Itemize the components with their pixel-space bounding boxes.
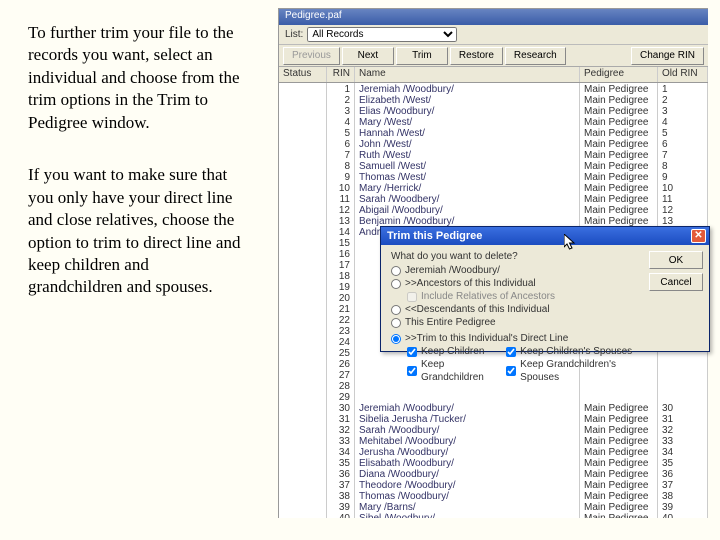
table-row[interactable]: 30Jeremiah /Woodbury/Main Pedigree30 [279, 402, 708, 413]
dialog-title: Trim this Pedigree [387, 230, 482, 242]
opt-entire-pedigree[interactable]: This Entire Pedigree [391, 316, 645, 329]
table-row[interactable]: 12Abigail /Woodbury/Main Pedigree12 [279, 204, 708, 215]
opt-descendants[interactable]: <<Descendants of this Individual [391, 303, 645, 316]
window-titlebar: Pedigree.paf [279, 9, 708, 25]
table-row[interactable]: 1Jeremiah /Woodbury/Main Pedigree1 [279, 83, 708, 94]
chk-keep-grandchildren-spouses[interactable]: Keep Grandchildren's Spouses [506, 358, 645, 384]
table-row[interactable]: 4Mary /West/Main Pedigree4 [279, 116, 708, 127]
action-button-row: Previous Next Trim Restore Research Chan… [279, 45, 708, 67]
table-row[interactable]: 39Mary /Barns/Main Pedigree39 [279, 501, 708, 512]
trim-button[interactable]: Trim [396, 47, 448, 65]
table-row[interactable]: 2Elizabeth /West/Main Pedigree2 [279, 94, 708, 105]
trim-dialog: Trim this Pedigree ✕ What do you want to… [380, 226, 710, 352]
opt-direct-line[interactable]: >>Trim to this Individual's Direct Line [391, 332, 645, 345]
table-row[interactable]: 32Sarah /Woodbury/Main Pedigree32 [279, 424, 708, 435]
research-button[interactable]: Research [505, 47, 566, 65]
next-button[interactable]: Next [342, 47, 394, 65]
table-row[interactable]: 8Samuell /West/Main Pedigree8 [279, 160, 708, 171]
grid-header: Status RIN Name Pedigree Old RIN [279, 67, 708, 83]
chk-keep-children-spouses[interactable]: Keep Children's Spouses [506, 345, 645, 358]
table-row[interactable]: 34Jerusha /Woodbury/Main Pedigree34 [279, 446, 708, 457]
chk-keep-children[interactable]: Keep Children [407, 345, 506, 358]
opt-ancestors[interactable]: >>Ancestors of this Individual [391, 277, 645, 290]
table-row[interactable]: 38Thomas /Woodbury/Main Pedigree38 [279, 490, 708, 501]
ok-button[interactable]: OK [649, 251, 703, 269]
col-status[interactable]: Status [279, 67, 327, 82]
list-select[interactable]: All Records [307, 27, 457, 42]
previous-button[interactable]: Previous [283, 47, 340, 65]
table-row[interactable]: 10Mary /Herrick/Main Pedigree10 [279, 182, 708, 193]
restore-button[interactable]: Restore [450, 47, 503, 65]
instruction-para-2: If you want to make sure that you only h… [28, 164, 246, 299]
table-row[interactable]: 37Theodore /Woodbury/Main Pedigree37 [279, 479, 708, 490]
table-row[interactable]: 5Hannah /West/Main Pedigree5 [279, 127, 708, 138]
change-rin-button[interactable]: Change RIN [631, 47, 704, 65]
table-row[interactable]: 31Sibelia Jerusha /Tucker/Main Pedigree3… [279, 413, 708, 424]
table-row[interactable]: 9Thomas /West/Main Pedigree9 [279, 171, 708, 182]
col-rin[interactable]: RIN [327, 67, 355, 82]
col-old-rin[interactable]: Old RIN [658, 67, 708, 82]
cancel-button[interactable]: Cancel [649, 273, 703, 291]
table-row[interactable]: 13Benjamin /Woodbury/Main Pedigree13 [279, 215, 708, 226]
col-name[interactable]: Name [355, 67, 580, 82]
instruction-para-1: To further trim your file to the records… [28, 22, 246, 134]
table-row[interactable]: 29 [279, 391, 708, 402]
table-row[interactable]: 3Elias /Woodbury/Main Pedigree3 [279, 105, 708, 116]
dialog-options: What do you want to delete? Jeremiah /Wo… [391, 251, 645, 384]
table-row[interactable]: 40Sibel /Woodbury/Main Pedigree40 [279, 512, 708, 518]
table-row[interactable]: 11Sarah /Woodbery/Main Pedigree11 [279, 193, 708, 204]
window-title: Pedigree.paf [285, 10, 342, 21]
table-row[interactable]: 33Mehitabel /Woodbury/Main Pedigree33 [279, 435, 708, 446]
table-row[interactable]: 6John /West/Main Pedigree6 [279, 138, 708, 149]
dialog-question: What do you want to delete? [391, 251, 645, 262]
opt-individual[interactable]: Jeremiah /Woodbury/ [391, 264, 645, 277]
list-toolbar: List: All Records [279, 25, 708, 45]
chk-keep-grandchildren[interactable]: Keep Grandchildren [407, 358, 506, 384]
opt-include-relatives: Include Relatives of Ancestors [407, 290, 645, 303]
list-label: List: [285, 29, 303, 40]
table-row[interactable]: 36Diana /Woodbury/Main Pedigree36 [279, 468, 708, 479]
table-row[interactable]: 7Ruth /West/Main Pedigree7 [279, 149, 708, 160]
close-icon[interactable]: ✕ [691, 229, 706, 243]
col-pedigree[interactable]: Pedigree [580, 67, 658, 82]
table-row[interactable]: 35Elisabath /Woodbury/Main Pedigree35 [279, 457, 708, 468]
dialog-titlebar[interactable]: Trim this Pedigree ✕ [381, 227, 709, 245]
instruction-text: To further trim your file to the records… [28, 22, 246, 329]
